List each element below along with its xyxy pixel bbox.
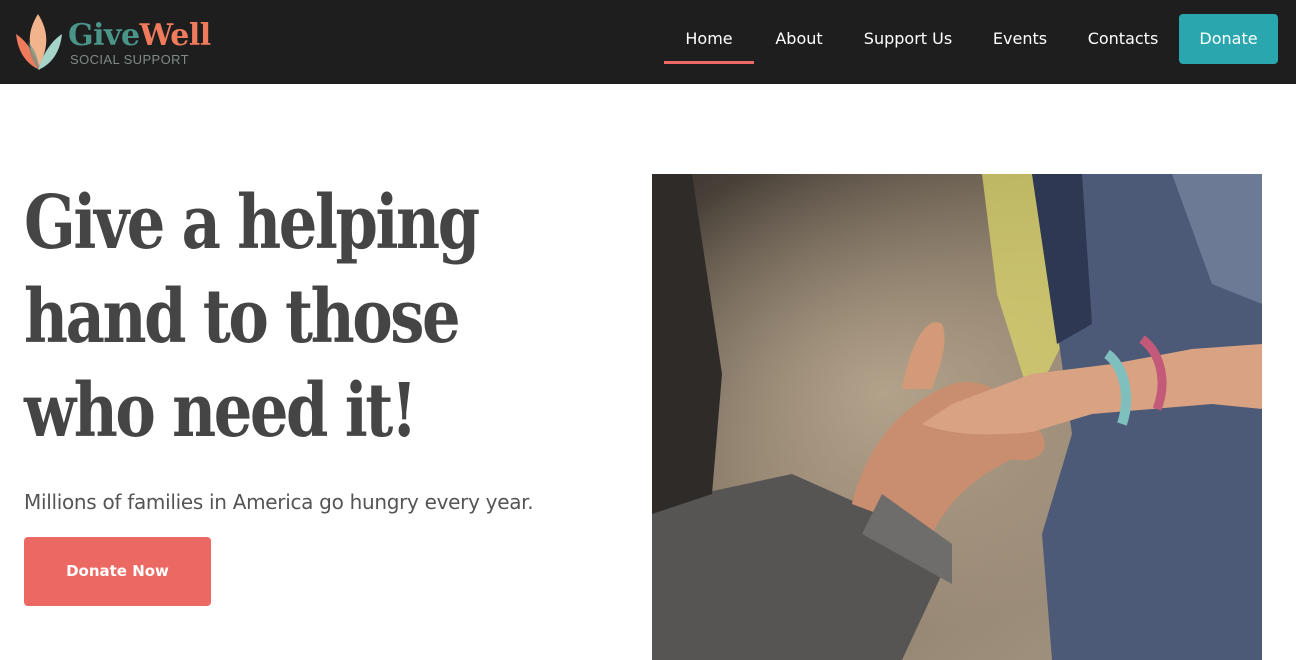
- brand-tagline: SOCIAL SUPPORT: [70, 52, 190, 67]
- donate-button[interactable]: Donate: [1179, 14, 1278, 64]
- site-header: GiveWell SOCIAL SUPPORT Home About Suppo…: [0, 0, 1296, 84]
- hero-image: [652, 174, 1262, 660]
- donate-now-button[interactable]: Donate Now: [24, 537, 211, 606]
- brand-name-give: Give: [68, 18, 140, 53]
- nav-contacts[interactable]: Contacts: [1082, 0, 1164, 84]
- nav-support-us[interactable]: Support Us: [858, 0, 958, 84]
- helping-hands-photo: [652, 174, 1262, 660]
- nav-home[interactable]: Home: [664, 0, 754, 84]
- nav-events[interactable]: Events: [988, 0, 1052, 84]
- hero-subtitle: Millions of families in America go hungr…: [24, 490, 534, 514]
- nav-about[interactable]: About: [764, 0, 834, 84]
- logo[interactable]: GiveWell SOCIAL SUPPORT: [14, 12, 214, 74]
- hero-title: Give a helping hand to those who need it…: [24, 180, 480, 454]
- lotus-logo-icon: [16, 14, 62, 70]
- brand-name: GiveWell: [68, 18, 211, 54]
- brand-name-well: Well: [139, 18, 212, 53]
